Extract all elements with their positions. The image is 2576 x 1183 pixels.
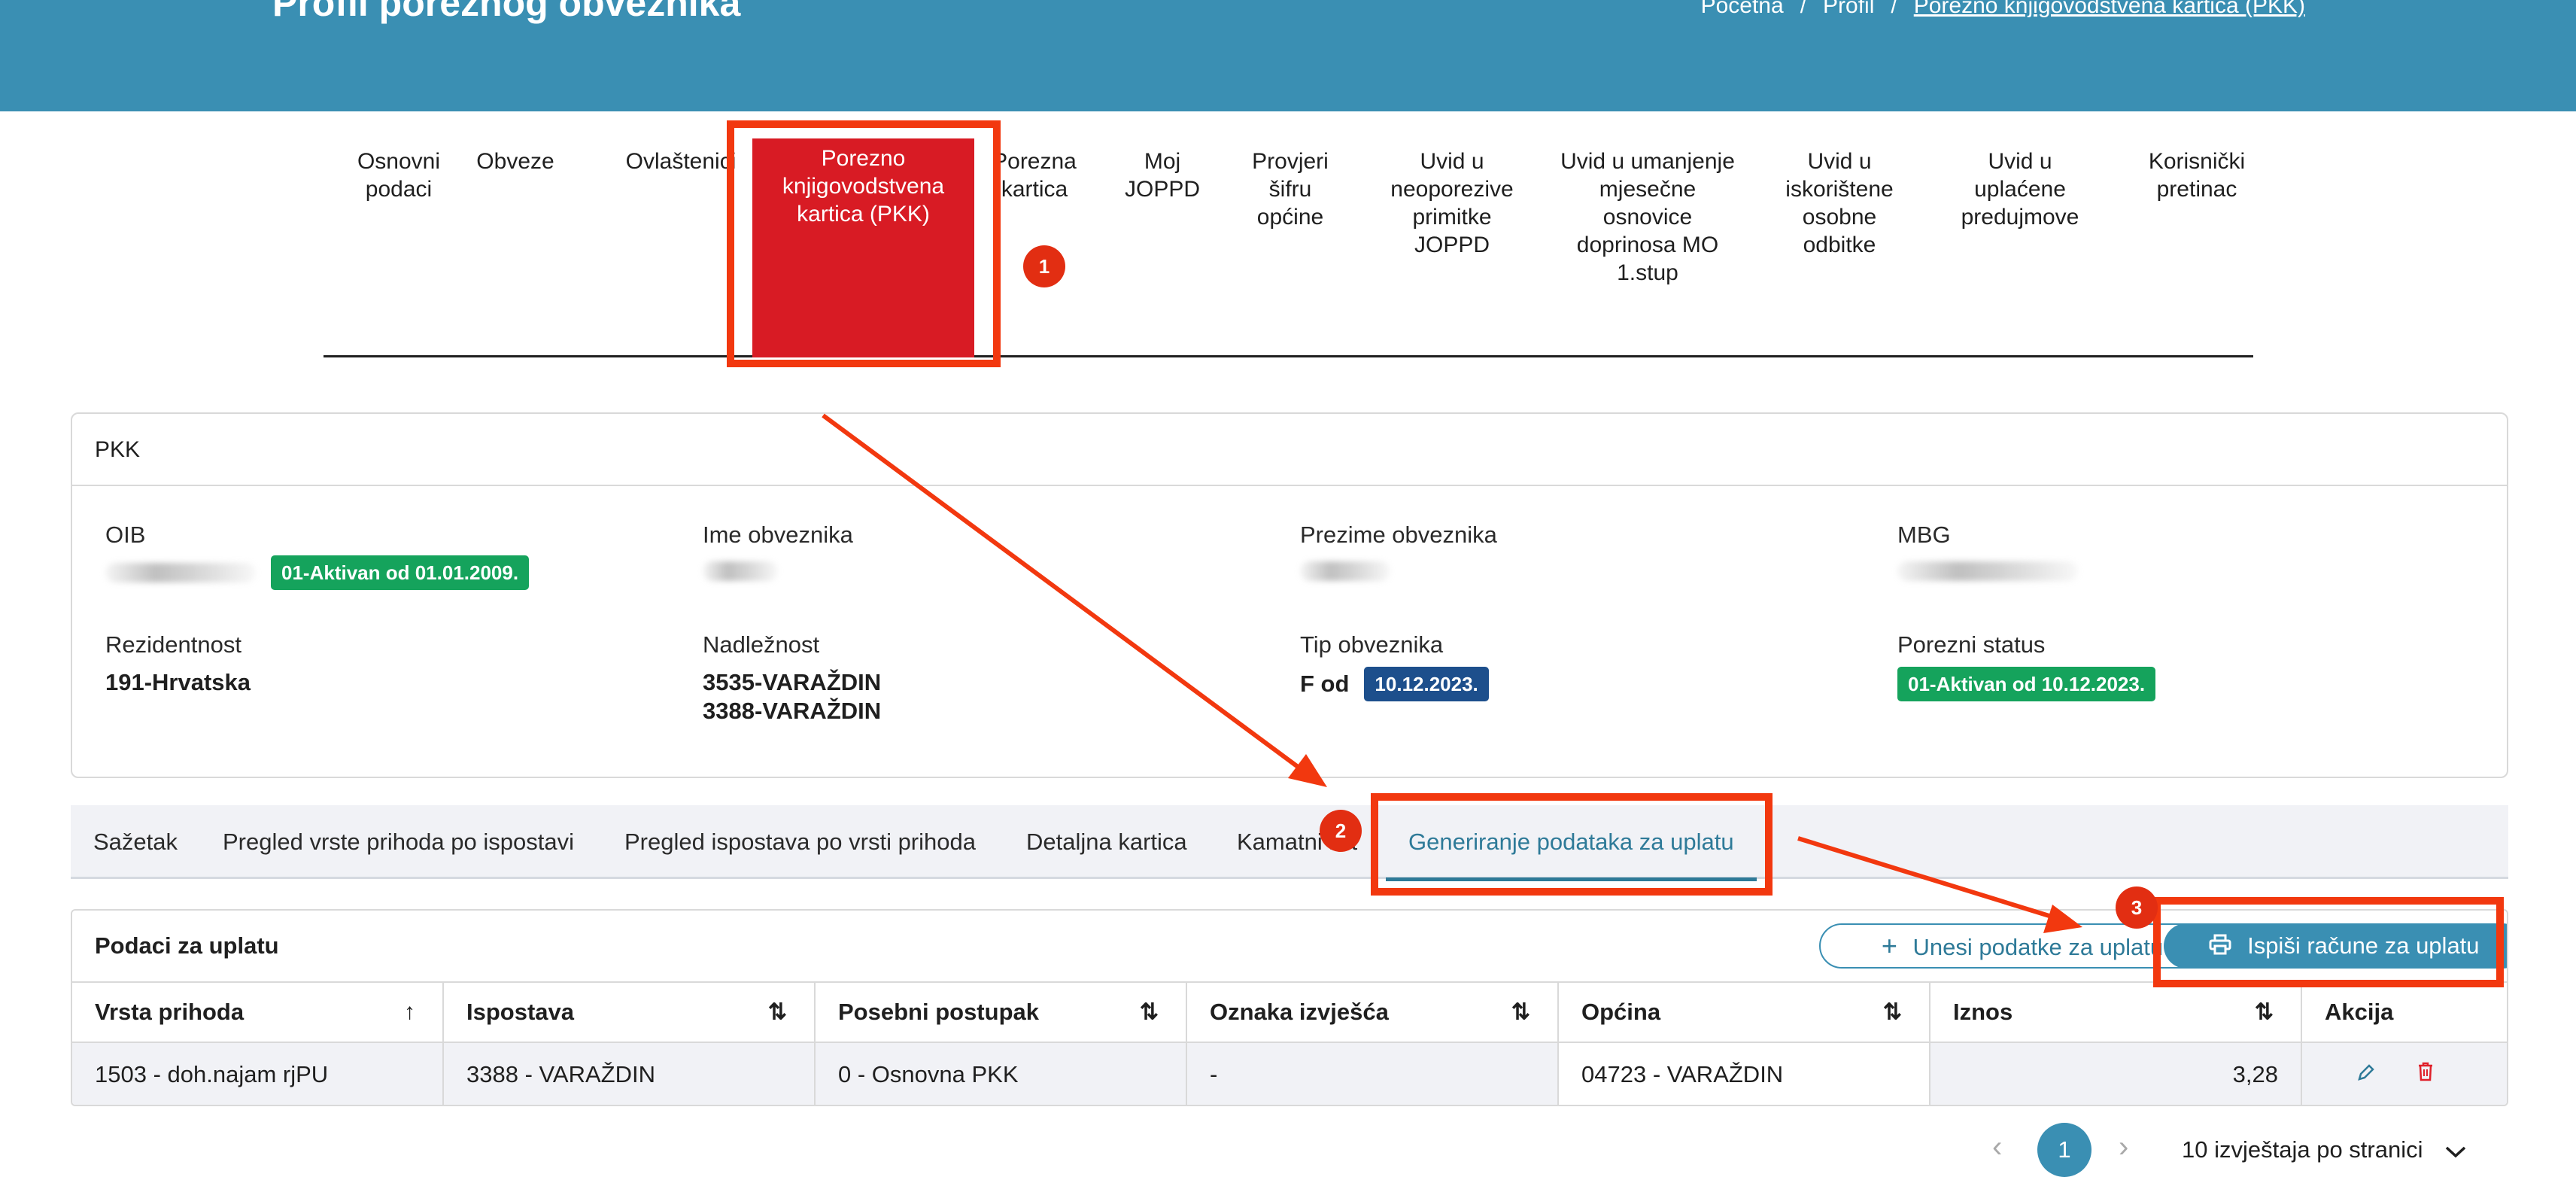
- field-ime: Ime obveznika: [703, 521, 853, 585]
- sort-icon[interactable]: ⇅: [768, 999, 787, 1026]
- table-row: 1503 - doh.najam rjPU 3388 - VARAŽDIN 0 …: [72, 1043, 2507, 1105]
- pkk-card: PKK OIB 01-Aktivan od 01.01.2009. Ime ob…: [71, 412, 2508, 778]
- field-porezni-status: Porezni status 01-Aktivan od 10.12.2023.: [1897, 631, 2156, 701]
- ime-label: Ime obveznika: [703, 522, 853, 548]
- field-nadleznost: Nadležnost 3535-VARAŽDIN 3388-VARAŽDIN: [703, 631, 881, 725]
- nav-osnovni-podaci[interactable]: Osnovni podaci: [346, 147, 451, 203]
- col-oznaka-izvjesca[interactable]: Oznaka izvješća ⇅: [1187, 983, 1559, 1042]
- table-header: Vrsta prihoda ↑ Ispostava ⇅ Posebni postup…: [72, 981, 2507, 1043]
- page-button-current[interactable]: 1: [2037, 1123, 2091, 1177]
- cell-ispostava: 3388 - VARAŽDIN: [444, 1043, 816, 1105]
- tip-value: F od: [1300, 671, 1350, 697]
- nav-obveze[interactable]: Obveze: [474, 147, 557, 175]
- field-tip-obveznika: Tip obveznika F od 10.12.2023.: [1300, 631, 1489, 701]
- pkk-subtabs: Sažetak Pregled vrste prihoda po isposta…: [71, 805, 2508, 881]
- oib-label: OIB: [105, 522, 146, 548]
- annotation-box-generiranje-tab: [1371, 793, 1773, 896]
- cell-akcija: [2302, 1043, 2507, 1105]
- nav-korisnicki-pretinac[interactable]: Korisnički pretinac: [2114, 147, 2280, 203]
- col-iznos[interactable]: Iznos ⇅: [1930, 983, 2302, 1042]
- col-label: Ispostava: [466, 999, 575, 1025]
- sort-icon[interactable]: ⇅: [1883, 999, 1902, 1026]
- tip-label: Tip obveznika: [1300, 631, 1444, 658]
- breadcrumb-separator: /: [1800, 0, 1807, 18]
- annotation-box-pkk-tab: [727, 120, 1001, 367]
- col-label: Vrsta prihoda: [95, 999, 245, 1025]
- payments-card: Podaci za uplatu + Unesi podatke za upla…: [71, 909, 2508, 1106]
- rezidentnost-label: Rezidentnost: [105, 631, 242, 658]
- ime-value-redacted: [703, 561, 778, 581]
- main-navigation: Osnovni podaci Obveze Ovlaštenici Porezn…: [324, 138, 2253, 357]
- sort-asc-icon[interactable]: ↑: [404, 999, 415, 1025]
- per-page-select[interactable]: 10 izvještaja po stranici: [2182, 1136, 2467, 1165]
- prezime-label: Prezime obveznika: [1300, 522, 1497, 548]
- col-label: Iznos: [1953, 999, 2013, 1025]
- nadleznost-label: Nadležnost: [703, 631, 820, 658]
- field-mbg: MBG: [1897, 521, 2078, 585]
- col-ispostava[interactable]: Ispostava ⇅: [444, 983, 816, 1042]
- edit-icon[interactable]: [2356, 1061, 2376, 1088]
- mbg-label: MBG: [1897, 522, 1951, 548]
- payments-title: Podaci za uplatu: [95, 932, 279, 959]
- col-opcina[interactable]: Općina ⇅: [1559, 983, 1930, 1042]
- porezni-status-badge: 01-Aktivan od 10.12.2023.: [1897, 667, 2156, 701]
- col-akcija: Akcija: [2302, 983, 2507, 1042]
- nav-neoporezivi-primitci[interactable]: Uvid u neoporezive primitke JOPPD: [1377, 147, 1527, 259]
- cell-vrsta-prihoda: 1503 - doh.najam rjPU: [72, 1043, 444, 1105]
- col-label: Posebni postupak: [838, 999, 1039, 1025]
- nadleznost-value: 3388-VARAŽDIN: [703, 698, 882, 724]
- col-label: Općina: [1581, 999, 1661, 1025]
- cell-posebni-postupak: 0 - Osnovna PKK: [816, 1043, 1187, 1105]
- nav-moj-joppd[interactable]: Moj JOPPD: [1121, 147, 1204, 203]
- prezime-value-redacted: [1300, 561, 1390, 581]
- col-posebni-postupak[interactable]: Posebni postupak ⇅: [816, 983, 1187, 1042]
- field-rezidentnost: Rezidentnost 191-Hrvatska: [105, 631, 251, 697]
- plus-icon: +: [1881, 930, 1897, 961]
- tab-sazetak[interactable]: Sažetak: [93, 805, 178, 879]
- oib-status-badge: 01-Aktivan od 01.01.2009.: [271, 555, 530, 590]
- field-oib: OIB 01-Aktivan od 01.01.2009.: [105, 521, 530, 590]
- col-label: Oznaka izvješća: [1210, 999, 1389, 1025]
- oib-value-redacted: [105, 563, 256, 582]
- sort-icon[interactable]: ⇅: [1140, 999, 1159, 1026]
- pkk-heading: PKK: [72, 414, 2507, 486]
- prev-page-icon[interactable]: ‹: [1992, 1124, 2002, 1169]
- cell-opcina: 04723 - VARAŽDIN: [1559, 1043, 1930, 1105]
- nav-uplaceni-predujmovi[interactable]: Uvid u uplaćene predujmove: [1941, 147, 2099, 231]
- nav-osobni-odbitci[interactable]: Uvid u iskorištene osobne odbitke: [1776, 147, 1903, 259]
- tab-vrste-prihoda-po-ispostavi[interactable]: Pregled vrste prihoda po ispostavi: [223, 805, 574, 879]
- rezidentnost-value: 191-Hrvatska: [105, 669, 251, 695]
- col-vrsta-prihoda[interactable]: Vrsta prihoda ↑: [72, 983, 444, 1042]
- col-label: Akcija: [2325, 999, 2394, 1025]
- breadcrumb-separator: /: [1891, 0, 1897, 18]
- mbg-value-redacted: [1897, 561, 2078, 581]
- field-prezime: Prezime obveznika: [1300, 521, 1497, 585]
- annotation-marker-3: 3: [2116, 886, 2158, 929]
- annotation-marker-2: 2: [1320, 810, 1362, 852]
- annotation-box-print-button: [2153, 897, 2504, 987]
- breadcrumb: Početna / Profil / Porezno knjigovodstve…: [1701, 0, 2305, 20]
- chevron-down-icon: [2444, 1138, 2467, 1165]
- tab-detaljna-kartica[interactable]: Detaljna kartica: [1026, 805, 1187, 879]
- breadcrumb-profile[interactable]: Profil: [1823, 0, 1874, 20]
- status-label: Porezni status: [1897, 631, 2046, 658]
- next-page-icon[interactable]: ›: [2119, 1124, 2128, 1169]
- breadcrumb-home[interactable]: Početna: [1701, 0, 1784, 20]
- annotation-marker-1: 1: [1023, 245, 1065, 287]
- add-payment-data-label: Unesi podatke za uplatu: [1912, 934, 2164, 960]
- tab-ispostave-po-vrsti-prihoda[interactable]: Pregled ispostava po vrsti prihoda: [624, 805, 976, 879]
- nadleznost-value: 3535-VARAŽDIN: [703, 669, 882, 695]
- tip-date-badge: 10.12.2023.: [1364, 667, 1489, 701]
- delete-icon[interactable]: [2417, 1061, 2435, 1088]
- sort-icon[interactable]: ⇅: [2255, 999, 2274, 1026]
- cell-oznaka-izvjesca: -: [1187, 1043, 1559, 1105]
- per-page-label: 10 izvještaja po stranici: [2182, 1136, 2423, 1163]
- breadcrumb-current[interactable]: Porezno knjigovodstvena kartica (PKK): [1914, 0, 2305, 20]
- header-bar: Profil poreznog obveznika Početna / Prof…: [0, 0, 2576, 111]
- page-title: Profil poreznog obveznika: [272, 0, 741, 24]
- sort-icon[interactable]: ⇅: [1511, 999, 1530, 1026]
- nav-umanjenje-mo[interactable]: Uvid u umanjenje mjesečne osnovice dopri…: [1557, 147, 1738, 287]
- cell-iznos: 3,28: [1930, 1043, 2302, 1105]
- nav-provjeri-sifru-opcine[interactable]: Provjeri šifru općine: [1245, 147, 1335, 231]
